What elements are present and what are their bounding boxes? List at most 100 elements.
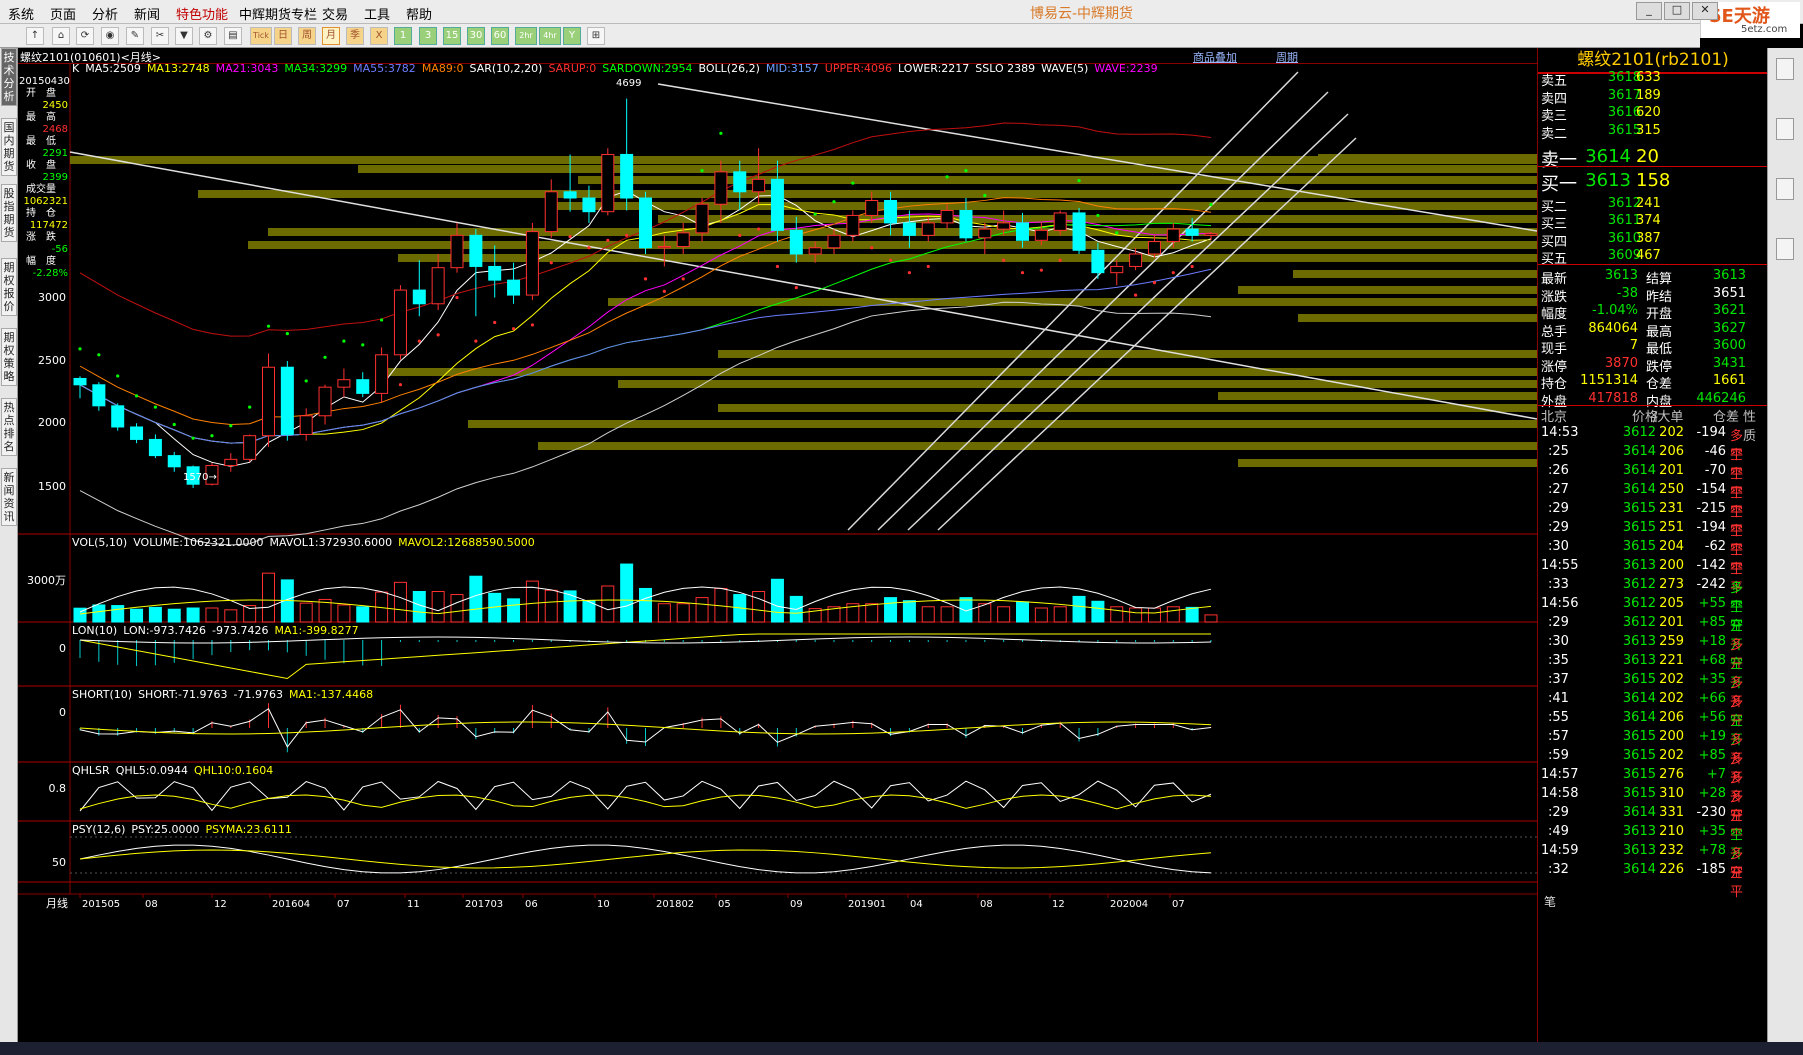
left-tab-5[interactable]: 热点排名 bbox=[1, 398, 17, 456]
stat-label: 跌停 bbox=[1646, 359, 1673, 375]
left-tab-0[interactable]: 技术分析 bbox=[1, 48, 17, 106]
candle-up bbox=[431, 267, 445, 305]
menu-1[interactable]: 页面 bbox=[50, 4, 76, 23]
info-label: 涨 跌 bbox=[26, 230, 56, 243]
toolbar-button-22[interactable]: Y bbox=[563, 27, 581, 45]
left-tab-2[interactable]: 股指期货 bbox=[1, 184, 17, 242]
toolbar-button-4[interactable]: ✎ bbox=[126, 27, 144, 45]
toolbar-button-5[interactable]: ✂ bbox=[151, 27, 169, 45]
toolbar-button-7[interactable]: ⚙ bbox=[199, 27, 217, 45]
tick-time: :29 bbox=[1548, 520, 1569, 535]
tick-time: :29 bbox=[1548, 805, 1569, 820]
toolbar-button-17[interactable]: 15 bbox=[443, 27, 461, 45]
x-tick-label: 201901 bbox=[848, 899, 886, 910]
bid-label: 买二 bbox=[1541, 199, 1568, 215]
ask-price: 3615 bbox=[1607, 122, 1641, 138]
menu-3[interactable]: 新闻 bbox=[134, 4, 160, 23]
sar-dot bbox=[907, 271, 912, 275]
period-link[interactable]: 周期 bbox=[1276, 49, 1298, 65]
sar-dot bbox=[398, 383, 403, 387]
x-tick-label: 04 bbox=[910, 899, 923, 910]
left-tab-strip: 技术分析国内期货股指期货期权报价期权策略热点排名新闻资讯 bbox=[0, 48, 18, 1055]
tick-type: 空平 bbox=[1730, 866, 1744, 900]
tick-vol: 310 bbox=[1659, 786, 1684, 801]
side-tool-icon-0[interactable] bbox=[1776, 58, 1794, 80]
side-tool-icon-3[interactable] bbox=[1776, 238, 1794, 260]
pane-y-label: 3000万 bbox=[27, 574, 66, 587]
overlay-link[interactable]: 商品叠加 bbox=[1193, 49, 1237, 65]
menu-0[interactable]: 系统 bbox=[8, 4, 34, 23]
toolbar-button-2[interactable]: ⟳ bbox=[76, 27, 94, 45]
menu-4[interactable]: 特色功能 bbox=[176, 4, 228, 23]
toolbar-button-10[interactable]: 日 bbox=[274, 27, 292, 45]
toolbar-button-15[interactable]: 1 bbox=[394, 27, 412, 45]
tick-vol: 221 bbox=[1659, 653, 1684, 668]
profile-bar bbox=[398, 254, 1537, 262]
toolbar-button-11[interactable]: 周 bbox=[298, 27, 316, 45]
sar-dot bbox=[851, 181, 855, 185]
sar-dot bbox=[945, 175, 949, 179]
volume-bar bbox=[224, 609, 238, 623]
maximize-button[interactable]: □ bbox=[1664, 2, 1690, 20]
stat-label: 结算 bbox=[1646, 272, 1673, 287]
toolbar-button-13[interactable]: 季 bbox=[346, 27, 364, 45]
toolbar-button-23[interactable]: ⊞ bbox=[587, 27, 605, 45]
left-tab-6[interactable]: 新闻资讯 bbox=[1, 468, 17, 526]
x-tick-label: 10 bbox=[597, 899, 610, 910]
tick-vol: 259 bbox=[1659, 634, 1684, 649]
tick-vol: 204 bbox=[1659, 539, 1684, 554]
toolbar-button-16[interactable]: 3 bbox=[419, 27, 437, 45]
stat-value: 417818 bbox=[1588, 390, 1638, 406]
toolbar-button-21[interactable]: 4hr bbox=[539, 27, 561, 45]
pane-psy: PSY(12,6) PSY:25.0000 PSYMA:23.6111 50 bbox=[52, 823, 1537, 874]
chart-area[interactable]: K MA5:2509 MA13:2748 MA21:3043 MA34:3299 MA55… bbox=[18, 64, 1537, 1042]
ask-price: 3616 bbox=[1607, 105, 1641, 120]
volume-bar bbox=[186, 607, 200, 623]
tick-time: :33 bbox=[1548, 577, 1569, 592]
toolbar-button-20[interactable]: 2hr bbox=[515, 27, 537, 45]
profile-bar bbox=[358, 165, 1537, 173]
chart-title: 螺纹2101(010601)<月线> bbox=[20, 51, 162, 64]
pane-header: VOL(5,10) VOLUME:1062321.0000 MAVOL1:37293… bbox=[72, 536, 535, 549]
stat-label: 涨跌 bbox=[1541, 289, 1568, 305]
sar-dot bbox=[266, 324, 271, 328]
toolbar-button-18[interactable]: 30 bbox=[467, 27, 485, 45]
left-tab-3[interactable]: 期权报价 bbox=[1, 258, 17, 316]
menu-7[interactable]: 工具 bbox=[364, 4, 390, 23]
x-tick-label: 201703 bbox=[465, 899, 503, 910]
stat-label: 涨停 bbox=[1541, 359, 1568, 375]
left-tab-1[interactable]: 国内期货 bbox=[1, 118, 17, 176]
tick-footer[interactable]: 笔 bbox=[1544, 893, 1556, 910]
sar-dot bbox=[983, 193, 987, 198]
x-tick-label: 06 bbox=[525, 899, 538, 910]
menu-6[interactable]: 交易 bbox=[322, 4, 348, 23]
sar-dot bbox=[549, 261, 553, 265]
tick-time: :59 bbox=[1548, 748, 1569, 763]
candle-up bbox=[997, 222, 1011, 230]
side-tool-icon-2[interactable] bbox=[1776, 178, 1794, 200]
menu-2[interactable]: 分析 bbox=[92, 4, 118, 23]
menu-8[interactable]: 帮助 bbox=[406, 4, 432, 23]
candle-up bbox=[243, 435, 257, 460]
menu-5[interactable]: 中辉期货专栏 bbox=[239, 4, 317, 23]
sar-dot bbox=[304, 379, 308, 383]
side-tool-icon-1[interactable] bbox=[1776, 118, 1794, 140]
toolbar-button-6[interactable]: ▼ bbox=[175, 27, 193, 45]
toolbar-button-3[interactable]: ◉ bbox=[101, 27, 119, 45]
ask-price: 3617 bbox=[1607, 87, 1641, 103]
volume-bar bbox=[695, 597, 709, 623]
toolbar-button-9[interactable]: Tick bbox=[250, 27, 272, 45]
candle-down bbox=[582, 197, 596, 213]
toolbar-button-1[interactable]: ⌂ bbox=[52, 27, 70, 45]
toolbar-button-8[interactable]: ▤ bbox=[224, 27, 242, 45]
bid-price: 3609 bbox=[1607, 248, 1641, 263]
toolbar-button-14[interactable]: X bbox=[370, 27, 388, 45]
left-tab-4[interactable]: 期权策略 bbox=[1, 328, 17, 386]
toolbar-button-19[interactable]: 60 bbox=[491, 27, 509, 45]
toolbar-button-12[interactable]: 月 bbox=[322, 27, 340, 45]
minimize-button[interactable]: _ bbox=[1636, 2, 1662, 20]
stat-label: 昨结 bbox=[1646, 289, 1673, 305]
sar-dot bbox=[417, 339, 421, 343]
toolbar-button-0[interactable]: ↑ bbox=[26, 27, 44, 45]
close-button[interactable]: ✕ bbox=[1692, 2, 1718, 20]
